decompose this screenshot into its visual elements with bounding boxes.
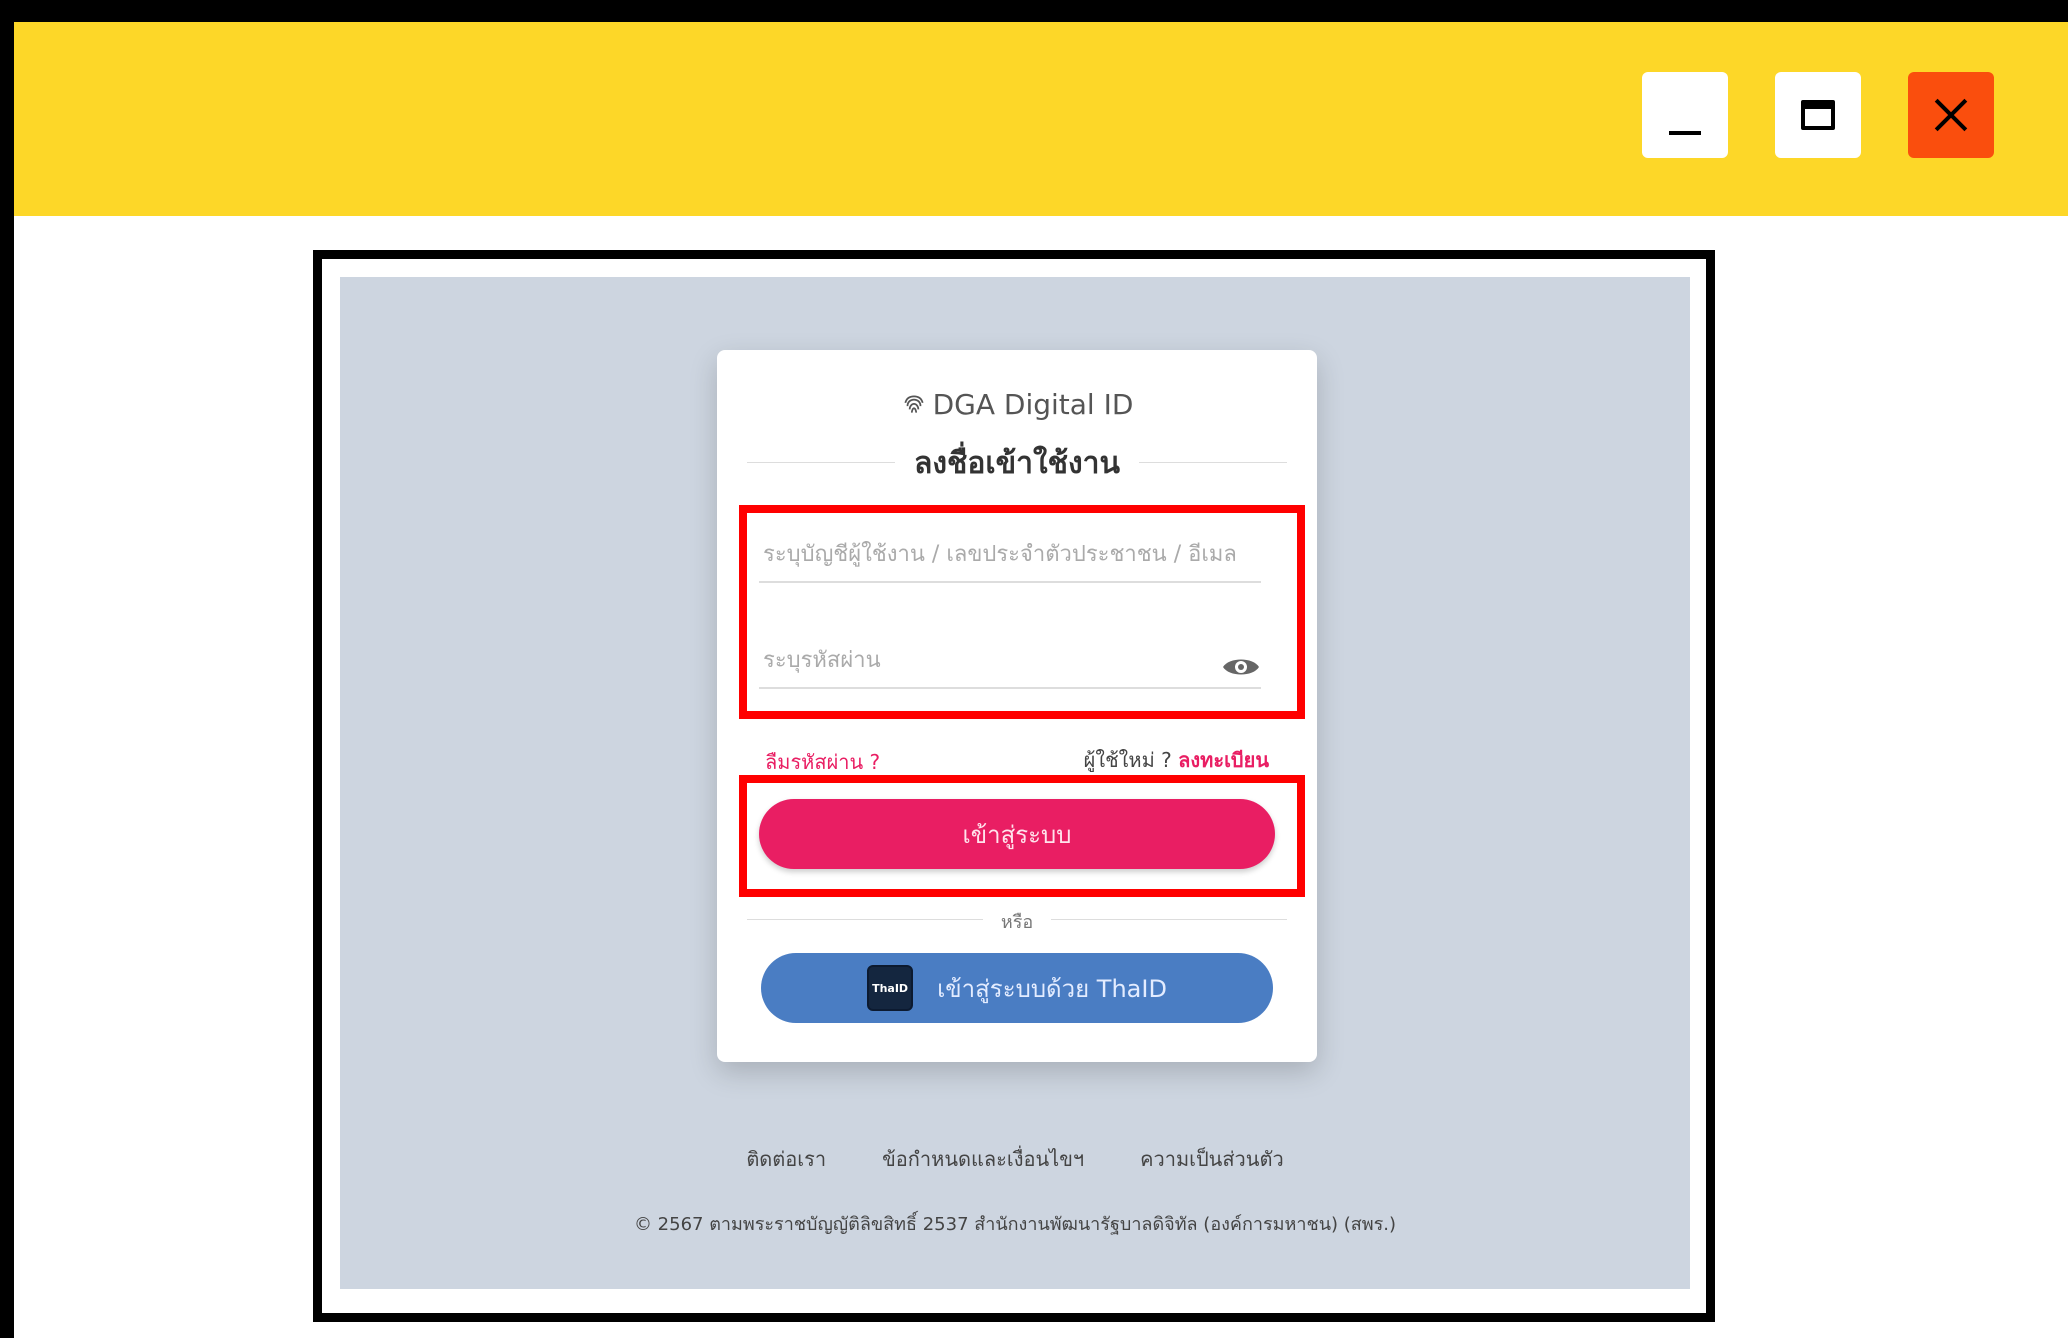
maximize-icon [1801, 100, 1835, 130]
brand-header: DGA Digital ID [717, 388, 1317, 421]
register-row: ผู้ใช้ใหม่ ? ลงทะเบียน [1084, 744, 1269, 776]
page-title: ลงชื่อเข้าใช้งาน [913, 446, 1121, 481]
thaid-logo-icon: ThaID [867, 965, 914, 1011]
thaid-login-button[interactable]: ThaID เข้าสู่ระบบด้วย ThaID [761, 953, 1273, 1023]
heading-row: ลงชื่อเข้าใช้งาน [747, 440, 1287, 481]
footer-links: ติดต่อเรา ข้อกำหนดและเงื่อนไขฯ ความเป็นส… [340, 1143, 1690, 1175]
fingerprint-icon [904, 394, 924, 413]
thaid-button-label: เข้าสู่ระบบด้วย ThaID [937, 974, 1167, 1003]
password-input[interactable] [759, 633, 1261, 689]
contact-link[interactable]: ติดต่อเรา [746, 1143, 826, 1175]
login-page-background: DGA Digital ID ลงชื่อเข้าใช้งาน ระบุบัญช… [340, 277, 1690, 1289]
login-card: DGA Digital ID ลงชื่อเข้าใช้งาน ระบุบัญช… [717, 350, 1317, 1062]
divider [1139, 462, 1287, 463]
brand-name: DGA Digital ID [932, 388, 1134, 421]
minimize-button[interactable] [1642, 72, 1728, 158]
or-label: หรือ [1000, 912, 1034, 933]
maximize-button[interactable] [1775, 72, 1861, 158]
minimize-icon [1669, 131, 1701, 135]
credentials-highlight [739, 505, 1305, 719]
login-button[interactable]: เข้าสู่ระบบ [759, 799, 1275, 869]
app-window: DGA Digital ID ลงชื่อเข้าใช้งาน ระบุบัญช… [14, 22, 2068, 1338]
privacy-link[interactable]: ความเป็นส่วนตัว [1140, 1143, 1284, 1175]
terms-link[interactable]: ข้อกำหนดและเงื่อนไขฯ [882, 1143, 1084, 1175]
title-bar [14, 22, 2068, 216]
or-divider: หรือ [747, 905, 1287, 935]
eye-icon[interactable] [1221, 655, 1261, 679]
copyright-text: © 2567 ตามพระราชบัญญัติลิขสิทธิ์ 2537 สำ… [633, 1214, 1397, 1235]
close-button[interactable] [1908, 72, 1994, 158]
register-link[interactable]: ลงทะเบียน [1178, 748, 1269, 772]
username-input[interactable] [759, 527, 1261, 583]
screenshot-frame: DGA Digital ID ลงชื่อเข้าใช้งาน ระบุบัญช… [313, 250, 1715, 1322]
close-icon [1934, 98, 1968, 132]
divider [1051, 919, 1287, 920]
forgot-password-link[interactable]: ลืมรหัสผ่าน ? [765, 746, 880, 778]
new-user-label: ผู้ใช้ใหม่ ? [1083, 748, 1172, 772]
